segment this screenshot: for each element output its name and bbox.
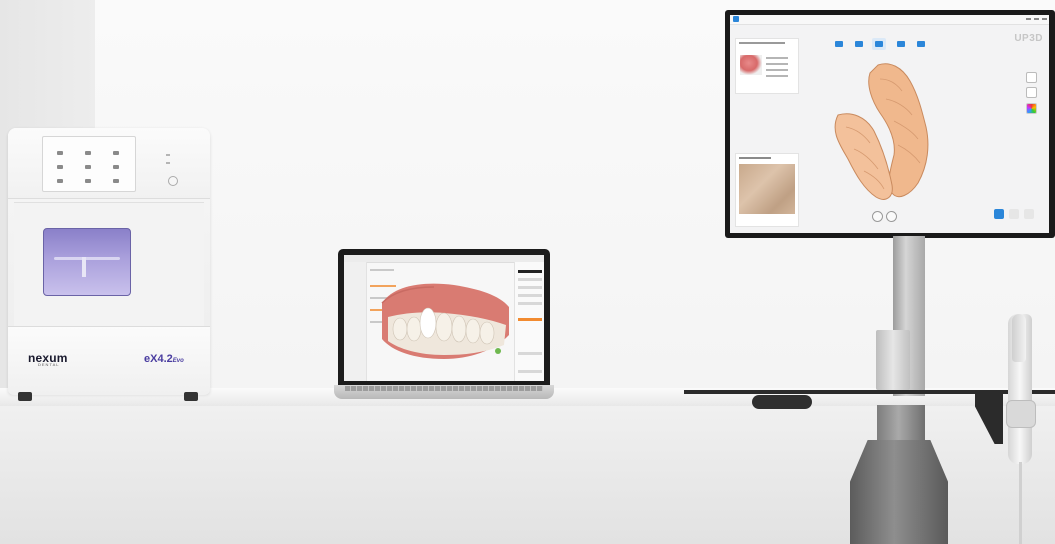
panel-icon[interactable] bbox=[85, 165, 91, 169]
stand-tray bbox=[684, 390, 1055, 394]
scanner-tip bbox=[1012, 314, 1026, 362]
foot bbox=[18, 392, 32, 401]
model-name: eX4.2 bbox=[144, 353, 173, 365]
panel-icon[interactable] bbox=[85, 179, 91, 183]
panel-icon[interactable] bbox=[113, 179, 119, 183]
mode-icon[interactable] bbox=[1024, 209, 1034, 219]
brand-subtitle: DENTAL bbox=[38, 362, 60, 367]
pause-icon[interactable] bbox=[872, 211, 883, 222]
status-led bbox=[166, 154, 170, 156]
model-suffix: Evo bbox=[172, 358, 184, 364]
panel-icon[interactable] bbox=[57, 165, 63, 169]
model-label: eX4.2Evo bbox=[144, 353, 184, 365]
panel-icon[interactable] bbox=[113, 165, 119, 169]
panel-icon[interactable] bbox=[57, 151, 63, 155]
scanner-cable bbox=[1019, 462, 1022, 544]
spindle bbox=[82, 257, 86, 277]
monitor: UP3D bbox=[725, 10, 1055, 238]
panel-icon[interactable] bbox=[57, 179, 63, 183]
rotate-icon[interactable] bbox=[886, 211, 897, 222]
power-button-icon[interactable] bbox=[168, 176, 178, 186]
panel-icon[interactable] bbox=[85, 151, 91, 155]
mode-icon-active[interactable] bbox=[994, 209, 1004, 219]
view-icon[interactable] bbox=[1026, 72, 1037, 83]
monitor-display[interactable]: UP3D bbox=[730, 15, 1049, 233]
view-icon[interactable] bbox=[1026, 87, 1037, 98]
mode-icon[interactable] bbox=[1009, 209, 1019, 219]
stand-base bbox=[850, 440, 948, 544]
panel-icon[interactable] bbox=[113, 151, 119, 155]
tray-handle[interactable] bbox=[752, 395, 812, 409]
laptop-keyboard bbox=[345, 386, 543, 391]
pole-joint bbox=[876, 330, 910, 390]
spindle-rail bbox=[54, 257, 120, 260]
product-scene: nexum DENTAL eX4.2Evo UP3D bbox=[0, 0, 1055, 544]
milling-machine: nexum DENTAL eX4.2Evo bbox=[8, 128, 210, 401]
status-led bbox=[166, 162, 170, 164]
laptop-screen bbox=[338, 249, 550, 385]
milling-chamber-window bbox=[43, 228, 131, 296]
milling-machine-top bbox=[8, 128, 210, 199]
tooth-model bbox=[834, 63, 929, 200]
foot bbox=[184, 392, 198, 401]
color-wheel-icon[interactable] bbox=[1026, 103, 1037, 114]
dental-arch-model bbox=[381, 283, 509, 359]
touch-panel[interactable] bbox=[42, 136, 136, 192]
scanner-holder bbox=[1006, 400, 1036, 428]
milling-machine-base: nexum DENTAL eX4.2Evo bbox=[8, 326, 210, 395]
laptop-display[interactable] bbox=[344, 255, 544, 381]
